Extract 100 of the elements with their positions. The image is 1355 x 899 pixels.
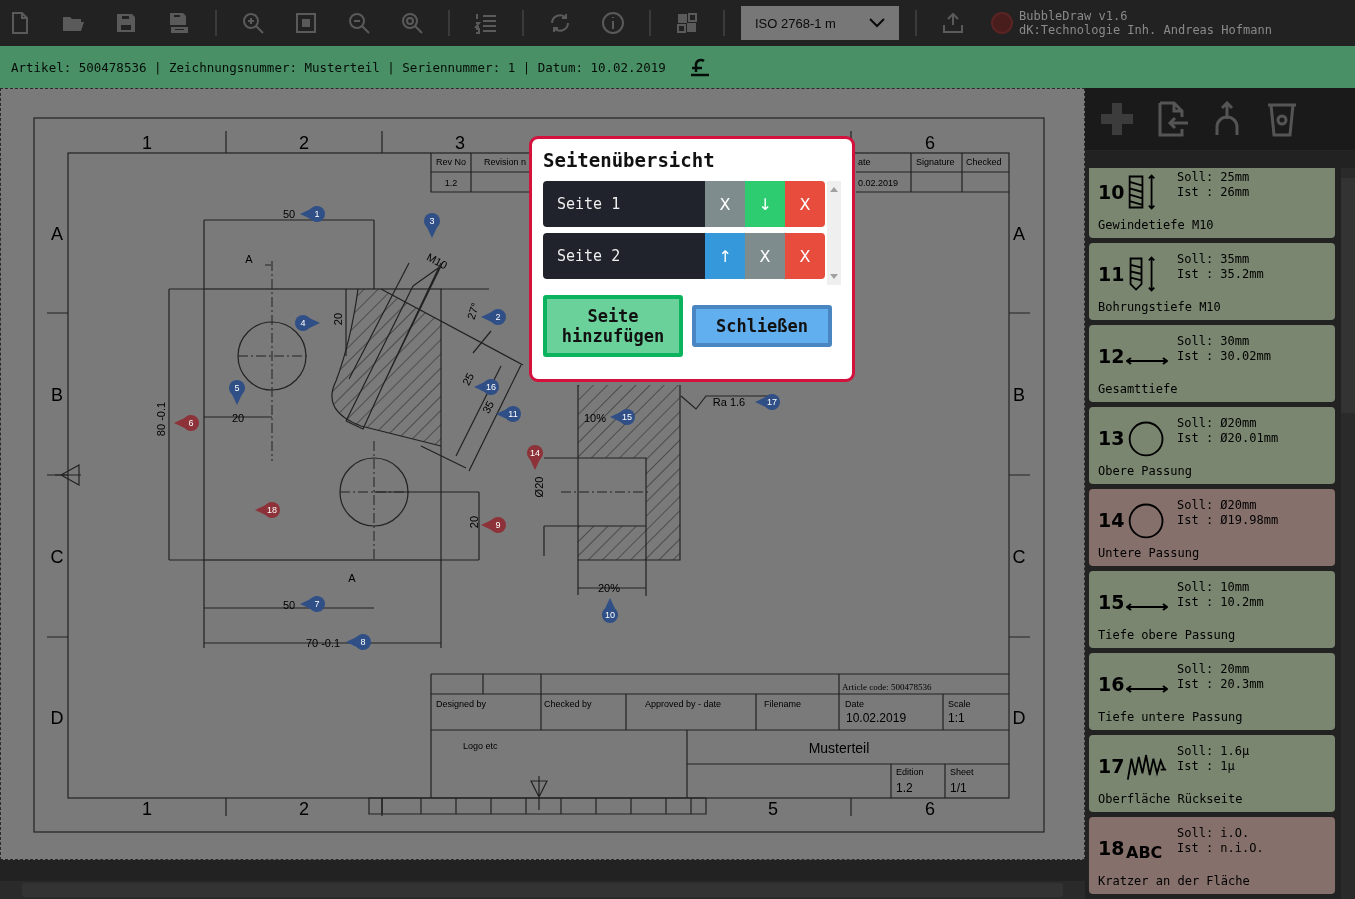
page-label[interactable]: Seite 1 <box>543 181 706 227</box>
feature-description: Tiefe untere Passung <box>1098 710 1244 724</box>
dimension-label: 25 <box>459 370 477 388</box>
app-title: BubbleDraw v1.6 <box>1019 9 1129 23</box>
length-arrow-icon <box>1126 602 1168 612</box>
actual-value: Ist : 20.3mm <box>1177 677 1264 692</box>
target-value: Soll: 30mm <box>1177 334 1251 349</box>
grid-label: 3 <box>455 133 465 153</box>
layout-icon[interactable] <box>675 11 699 35</box>
dimension-label: Ra 1.6 <box>712 396 746 408</box>
page-label[interactable]: Seite 2 <box>543 233 706 279</box>
actual-value: Ist : n.i.O. <box>1177 841 1264 856</box>
target-value: Soll: i.O. <box>1177 826 1251 841</box>
grid-label: 1 <box>142 799 152 819</box>
dimension-label: 50 <box>282 208 296 220</box>
upload-icon[interactable] <box>941 11 965 35</box>
app-subtitle: dK:Technologie Inh. Andreas Hofmann <box>1019 23 1272 37</box>
length-arrow-icon <box>1126 356 1168 366</box>
measurement-card[interactable]: 17 Soll: 1.6µ Ist : 1µ Oberfläche Rückseite <box>1089 735 1335 812</box>
measurement-card[interactable]: 10 Soll: 25mm Ist : 26mm Gewindetiefe M10 <box>1089 168 1335 238</box>
feature-description: Gewindetiefe M10 <box>1098 218 1215 232</box>
measurement-card[interactable]: 12 Soll: 30mm Ist : 30.02mm Gesamttiefe <box>1089 325 1335 402</box>
table-header: ate <box>858 157 871 167</box>
tolerance-select[interactable]: ISO 2768-1 m <box>741 6 899 40</box>
target-value: Soll: 25mm <box>1177 170 1250 185</box>
measurement-card[interactable]: 16 Soll: 20mm Ist : 20.3mm Tiefe untere Passung <box>1089 653 1335 730</box>
scroll-down-icon[interactable] <box>830 274 839 279</box>
grid-label: 6 <box>925 133 935 153</box>
zoom-reset-icon[interactable] <box>400 11 424 35</box>
dimension-label: 50 <box>282 599 296 611</box>
refresh-icon[interactable] <box>548 11 572 35</box>
fit-screen-icon[interactable] <box>294 11 318 35</box>
length-arrow-icon <box>1126 684 1168 694</box>
part-title: Musterteil <box>808 740 870 756</box>
grid-label: B <box>1013 385 1025 405</box>
feature-description: Kratzer an der Fläche <box>1098 874 1251 888</box>
feature-description: Bohrungstiefe M10 <box>1098 300 1222 314</box>
grid-label: D <box>50 708 64 728</box>
zoom-in-icon[interactable] <box>241 11 265 35</box>
field-value: 1:1 <box>948 711 965 725</box>
page-action-button[interactable]: X <box>785 181 826 227</box>
numbered-list-icon[interactable] <box>474 11 498 35</box>
actual-value: Ist : Ø20.01mm <box>1177 431 1279 446</box>
save-all-icon[interactable] <box>167 11 191 35</box>
table-header: Revision n <box>484 157 527 167</box>
target-value: Soll: 20mm <box>1177 662 1251 677</box>
info-icon[interactable] <box>601 11 625 35</box>
feature-description: Obere Passung <box>1098 464 1193 478</box>
dimension-label: A <box>245 253 253 265</box>
grid-label: D <box>1012 708 1026 728</box>
scroll-up-icon[interactable] <box>830 187 839 192</box>
feature-description: Untere Passung <box>1098 546 1201 560</box>
chevron-down-icon <box>869 18 885 28</box>
table-header: Rev No <box>436 157 466 167</box>
measurement-card[interactable]: 13 Soll: Ø20mm Ist : Ø20.01mm Obere Passung <box>1089 407 1335 484</box>
target-value: Soll: Ø20mm <box>1177 498 1258 513</box>
dimension-label: 20 <box>468 515 480 529</box>
field-label: Designed by <box>436 699 487 709</box>
close-button[interactable]: Schließen <box>692 305 832 347</box>
target-value: Soll: 1.6µ <box>1177 744 1250 759</box>
measurement-card[interactable]: 15 Soll: 10mm Ist : 10.2mm Tiefe obere Passung <box>1089 571 1335 648</box>
measurement-card[interactable]: 14 Soll: Ø20mm Ist : Ø19.98mm Untere Passung <box>1089 489 1335 566</box>
balloon-number: 14 <box>1098 509 1126 531</box>
add-page-button[interactable]: Seite hinzufügen <box>543 295 683 357</box>
table-header: Checked <box>966 157 1002 167</box>
balloon-number: 13 <box>1098 427 1126 449</box>
add-icon[interactable] <box>1099 101 1135 137</box>
field-label: Edition <box>896 767 924 777</box>
field-value: 1/1 <box>950 781 967 795</box>
article-code: Article code: 500478536 <box>842 682 932 692</box>
dimension-label: 10% <box>584 412 606 424</box>
actual-value: Ist : 1µ <box>1177 759 1236 774</box>
logo-icon <box>990 11 1014 35</box>
field-label: Sheet <box>950 767 974 777</box>
grid-label: C <box>1012 547 1026 567</box>
table-cell: 1.2 <box>444 178 458 188</box>
dialog-title: Seitenübersicht <box>543 149 716 171</box>
grid-label: 6 <box>925 799 935 819</box>
save-icon[interactable] <box>114 11 138 35</box>
list-scrollbar[interactable] <box>827 181 841 285</box>
grid-label: 1 <box>142 133 152 153</box>
measurement-card[interactable]: 11 Soll: 35mm Ist : 35.2mm Bohrungstiefe M10 <box>1089 243 1335 320</box>
balloon-number: 16 <box>1098 673 1126 695</box>
triangle-symbol <box>54 464 82 486</box>
balloon-number: 11 <box>1098 263 1126 285</box>
target-value: Soll: Ø20mm <box>1177 416 1258 431</box>
zoom-out-icon[interactable] <box>347 11 371 35</box>
page-action-button[interactable]: X <box>785 233 826 279</box>
target-value: Soll: 10mm <box>1177 580 1251 595</box>
dimension-label: 70 -0.1 <box>305 637 341 649</box>
field-value: 1.2 <box>896 781 913 795</box>
grid-label: B <box>51 385 63 405</box>
feature-description: Oberfläche Rückseite <box>1098 792 1244 806</box>
actual-value: Ist : Ø19.98mm <box>1177 513 1279 528</box>
dimension-label: A <box>348 572 356 584</box>
balloon-number: 15 <box>1098 591 1126 613</box>
dimension-label: 35 <box>479 398 497 416</box>
actual-value: Ist : 10.2mm <box>1177 595 1264 610</box>
feature-description: Gesamttiefe <box>1098 382 1179 396</box>
grid-label: 5 <box>768 799 778 819</box>
